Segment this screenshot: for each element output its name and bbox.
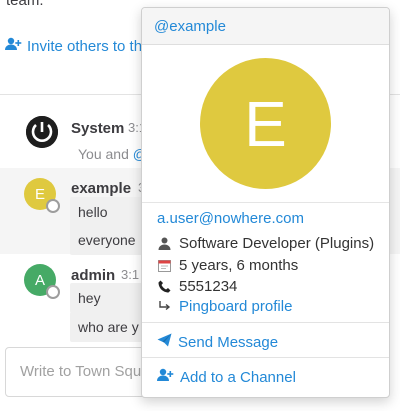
system-message-text: You and [78,146,133,162]
tenure-row: 5 years, 6 months [157,257,298,274]
post-username[interactable]: System [71,120,124,137]
calendar-icon [157,259,171,273]
avatar-letter: E [34,185,45,203]
intro-text: team. [6,0,44,9]
send-message-button[interactable]: Send Message [157,333,278,351]
share-arrow-icon [157,300,171,314]
avatar-letter: A [34,271,45,289]
system-message: You and @ [78,146,147,162]
position-row: Software Developer (Plugins) [157,235,374,252]
popover-handle: @example [154,17,226,35]
offline-status-icon [46,199,60,213]
message-input-placeholder: Write to Town Squ [20,363,142,380]
phone-row: 5551234 [157,278,237,295]
avatar[interactable]: A [24,264,60,299]
position-text: Software Developer (Plugins) [179,235,375,252]
offline-status-icon [46,285,60,299]
pingboard-profile-link[interactable]: Pingboard profile [157,298,292,315]
phone-text: 5551234 [179,278,238,295]
phone-icon [157,280,171,294]
post-time[interactable]: 3:1 [121,267,139,282]
add-user-icon [157,368,174,386]
popover-header: @example [142,8,389,45]
profile-popover: @example E a.user@nowhere.com Software D… [141,7,390,398]
avatar[interactable]: E [24,178,60,213]
popover-avatar-section: E [142,45,389,203]
user-icon [157,237,171,251]
email-link[interactable]: a.user@nowhere.com [157,210,304,227]
system-logo-icon [26,116,58,148]
post-username[interactable]: admin [71,267,115,284]
invite-others-link[interactable]: Invite others to th [5,37,142,55]
tenure-text: 5 years, 6 months [179,257,299,274]
popover-avatar-letter: E [244,87,287,160]
add-user-icon [5,37,22,55]
add-to-channel-label: Add to a Channel [180,368,296,386]
paper-plane-icon [157,333,172,351]
popover-divider [142,322,389,323]
popover-avatar: E [200,58,331,189]
post-username[interactable]: example [71,180,131,197]
invite-link-label: Invite others to th [27,37,143,55]
add-to-channel-button[interactable]: Add to a Channel [157,368,296,386]
send-message-label: Send Message [178,333,279,351]
pingboard-profile-label: Pingboard profile [179,298,293,315]
popover-divider [142,357,389,358]
